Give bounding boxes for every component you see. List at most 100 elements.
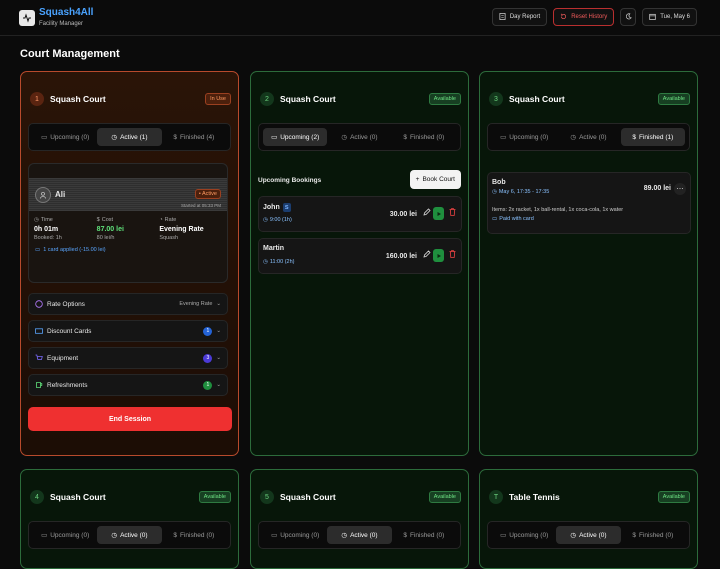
tab-label: Upcoming (0) [50, 133, 90, 141]
rate-options-accordion[interactable]: Rate Options Evening Rate ⌄ [28, 293, 228, 315]
payment-method: Paid with card [499, 216, 534, 222]
date-display[interactable]: Tue, May 6 [642, 8, 697, 26]
court-number: 4 [30, 490, 44, 504]
edit-icon[interactable] [423, 250, 431, 258]
start-session-button[interactable] [433, 207, 444, 220]
tab-active[interactable]: ◷ Active (0) [327, 526, 392, 544]
tab-finished[interactable]: $ Finished (4) [162, 128, 226, 146]
cup-icon [35, 381, 43, 389]
tab-label: Upcoming (0) [509, 133, 549, 141]
percent-icon [35, 300, 43, 308]
active-session-panel: Ali • Active Started at 05:33 PM ◷ Time 0… [28, 163, 228, 283]
clock-icon: ◷ [263, 217, 268, 223]
cost-sub: 80 lei/h [96, 235, 115, 241]
tab-label: Active (0) [350, 531, 378, 539]
court-number: 1 [30, 92, 44, 106]
calendar-icon: ▭ [271, 532, 278, 539]
booking-time: 11:00 (2h) [269, 259, 295, 265]
court-tabs: ▭ Upcoming (0) ◷ Active (0) $ Finished (0) [487, 521, 690, 549]
tab-finished[interactable]: $ Finished (1) [620, 128, 685, 146]
calendar-icon: ▭ [500, 532, 507, 539]
upcoming-bookings-heading: Upcoming Bookings [258, 177, 322, 184]
equipment-accordion[interactable]: Equipment 3 ⌄ [28, 347, 228, 369]
trash-icon[interactable] [449, 208, 456, 216]
tab-upcoming[interactable]: ▭ Upcoming (0) [263, 526, 327, 544]
tab-label: Active (0) [579, 531, 607, 539]
more-options-icon[interactable]: ⋯ [674, 183, 686, 195]
trash-icon[interactable] [449, 250, 456, 258]
clock-icon: ◷ [111, 134, 118, 141]
tab-active[interactable]: ◷ Active (0) [97, 526, 162, 544]
tab-upcoming[interactable]: ▭ Upcoming (0) [33, 128, 97, 146]
tab-active[interactable]: ◷ Active (0) [556, 128, 620, 146]
court-card-1: 1 Squash Court In Use ▭ Upcoming (0) ◷ Act… [20, 71, 239, 456]
accordion-label: Rate Options [47, 300, 85, 308]
tab-active[interactable]: ◷ Active (0) [327, 128, 391, 146]
court-name: Squash Court [50, 492, 106, 502]
tab-upcoming[interactable]: ▭ Upcoming (0) [492, 526, 556, 544]
book-court-button[interactable]: + Book Court [409, 170, 461, 189]
booking-row[interactable]: John S ◷ 9:00 (1h) 30.00 lei [258, 196, 462, 232]
calendar-icon [649, 13, 656, 22]
tab-upcoming[interactable]: ▭ Upcoming (2) [263, 128, 328, 146]
court-name: Squash Court [509, 94, 565, 104]
tab-finished[interactable]: $ Finished (0) [392, 526, 456, 544]
court-card-table-tennis: T Table Tennis Available ▭ Upcoming (0) ◷… [479, 469, 698, 569]
rate-sub: Squash [159, 235, 178, 241]
tab-label: Finished (0) [179, 531, 215, 539]
court-number: 2 [260, 92, 274, 106]
card-icon: ▭ [35, 247, 41, 253]
moon-icon [625, 12, 632, 22]
page-title: Court Management [20, 48, 120, 60]
court-tabs: ▭ Upcoming (2) ◷ Active (0) $ Finished (0) [258, 123, 461, 151]
booking-name: Martin [263, 245, 284, 252]
time-sub: Booked: 1h [34, 235, 62, 241]
tab-upcoming[interactable]: ▭ Upcoming (0) [33, 526, 97, 544]
dollar-icon: $ [632, 133, 636, 141]
tab-upcoming[interactable]: ▭ Upcoming (0) [492, 128, 556, 146]
tab-label: Upcoming (0) [50, 531, 90, 539]
tab-finished[interactable]: $ Finished (0) [621, 526, 685, 544]
booking-price: 30.00 lei [389, 211, 417, 218]
end-session-button[interactable]: End Session [28, 407, 232, 431]
finished-name: Bob [492, 179, 506, 186]
tab-label: Finished (0) [409, 531, 445, 539]
tab-label: Finished (0) [409, 133, 445, 141]
tab-active[interactable]: ◷ Active (0) [556, 526, 621, 544]
finished-session-row[interactable]: Bob ◷ May 6, 17:35 - 17:35 89.00 lei ⋯ It… [487, 172, 691, 234]
tab-finished[interactable]: $ Finished (0) [162, 526, 226, 544]
tab-label: Active (1) [120, 133, 148, 141]
refreshments-accordion[interactable]: Refreshments 1 ⌄ [28, 374, 228, 396]
day-report-label: Day Report [509, 14, 541, 20]
cost-value: 87.00 lei [96, 226, 124, 233]
clock-icon: ◷ [492, 189, 497, 195]
clock-icon: ◷ [570, 532, 577, 539]
court-card-2: 2 Squash Court Available ▭ Upcoming (2) ◷… [250, 71, 469, 456]
court-name: Table Tennis [509, 492, 560, 502]
calendar-icon: ▭ [41, 532, 48, 539]
clock-icon: ◷ [341, 532, 348, 539]
booking-row[interactable]: Martin ◷ 11:00 (2h) 160.00 lei [258, 238, 462, 274]
start-session-button[interactable] [433, 249, 444, 262]
accordion-value: Evening Rate [179, 301, 213, 307]
user-icon [35, 186, 51, 203]
discount-cards-accordion[interactable]: Discount Cards 1 ⌄ [28, 320, 228, 342]
status-badge: Available [428, 93, 461, 105]
court-number: 3 [489, 92, 503, 106]
active-badge: • Active [194, 188, 221, 199]
tab-active[interactable]: ◷ Active (1) [97, 128, 162, 146]
theme-toggle-button[interactable] [620, 8, 637, 26]
tab-label: Upcoming (2) [280, 133, 320, 141]
clock-icon: ◷ [34, 217, 39, 223]
finished-time: May 6, 17:35 - 17:35 [498, 189, 550, 195]
cost-label: Cost [101, 217, 114, 223]
court-tabs: ▭ Upcoming (0) ◷ Active (0) $ Finished (1) [487, 123, 690, 151]
court-card-5: 5 Squash Court Available ▭ Upcoming (0) ◷… [250, 469, 469, 569]
rate-icon: ◔ [159, 217, 163, 223]
tab-label: Finished (4) [179, 133, 215, 141]
dollar-icon: $ [96, 217, 100, 223]
reset-history-button[interactable]: Reset History [553, 8, 615, 26]
day-report-button[interactable]: Day Report [491, 8, 548, 26]
edit-icon[interactable] [423, 208, 431, 216]
tab-finished[interactable]: $ Finished (0) [392, 128, 456, 146]
